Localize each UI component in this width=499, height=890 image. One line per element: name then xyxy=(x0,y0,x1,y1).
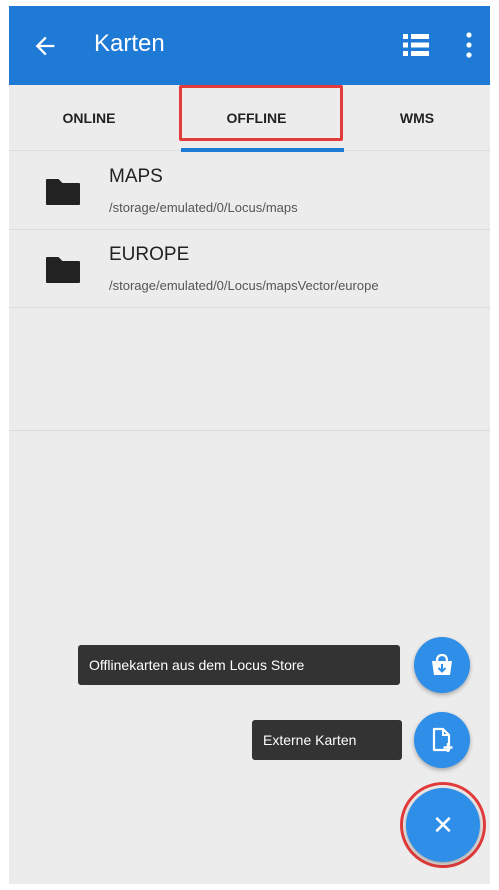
folder-item-maps[interactable]: MAPS /storage/emulated/0/Locus/maps xyxy=(9,152,490,230)
folder-name: MAPS xyxy=(109,166,163,187)
store-tooltip[interactable]: Offlinekarten aus dem Locus Store xyxy=(78,645,400,685)
tab-highlight-box xyxy=(179,85,343,141)
external-maps-tooltip[interactable]: Externe Karten xyxy=(252,720,402,760)
close-icon: ✕ xyxy=(432,810,454,840)
page-title: Karten xyxy=(94,30,165,57)
store-bag-icon xyxy=(432,653,452,675)
folder-item-europe[interactable]: EUROPE /storage/emulated/0/Locus/mapsVec… xyxy=(9,230,490,308)
list-view-icon[interactable] xyxy=(403,33,429,57)
back-arrow-icon[interactable] xyxy=(31,32,59,60)
add-file-icon xyxy=(432,727,453,752)
divider xyxy=(9,430,490,431)
folder-path: /storage/emulated/0/Locus/mapsVector/eur… xyxy=(109,278,379,293)
folder-icon xyxy=(46,179,80,205)
tab-online[interactable]: ONLINE xyxy=(9,85,169,151)
folder-name: EUROPE xyxy=(109,244,190,265)
folder-icon xyxy=(46,257,80,283)
more-vert-icon[interactable] xyxy=(463,31,475,59)
folder-path: /storage/emulated/0/Locus/maps xyxy=(109,200,298,215)
tab-wms[interactable]: WMS xyxy=(344,85,490,151)
app-bar: Karten xyxy=(9,6,490,85)
screen: Karten ONLINE OFFLINE WMS MAPS /storage/… xyxy=(9,6,490,884)
close-speed-dial-button[interactable]: ✕ xyxy=(406,788,480,862)
store-fab-button[interactable] xyxy=(414,637,470,693)
external-maps-fab-button[interactable] xyxy=(414,712,470,768)
